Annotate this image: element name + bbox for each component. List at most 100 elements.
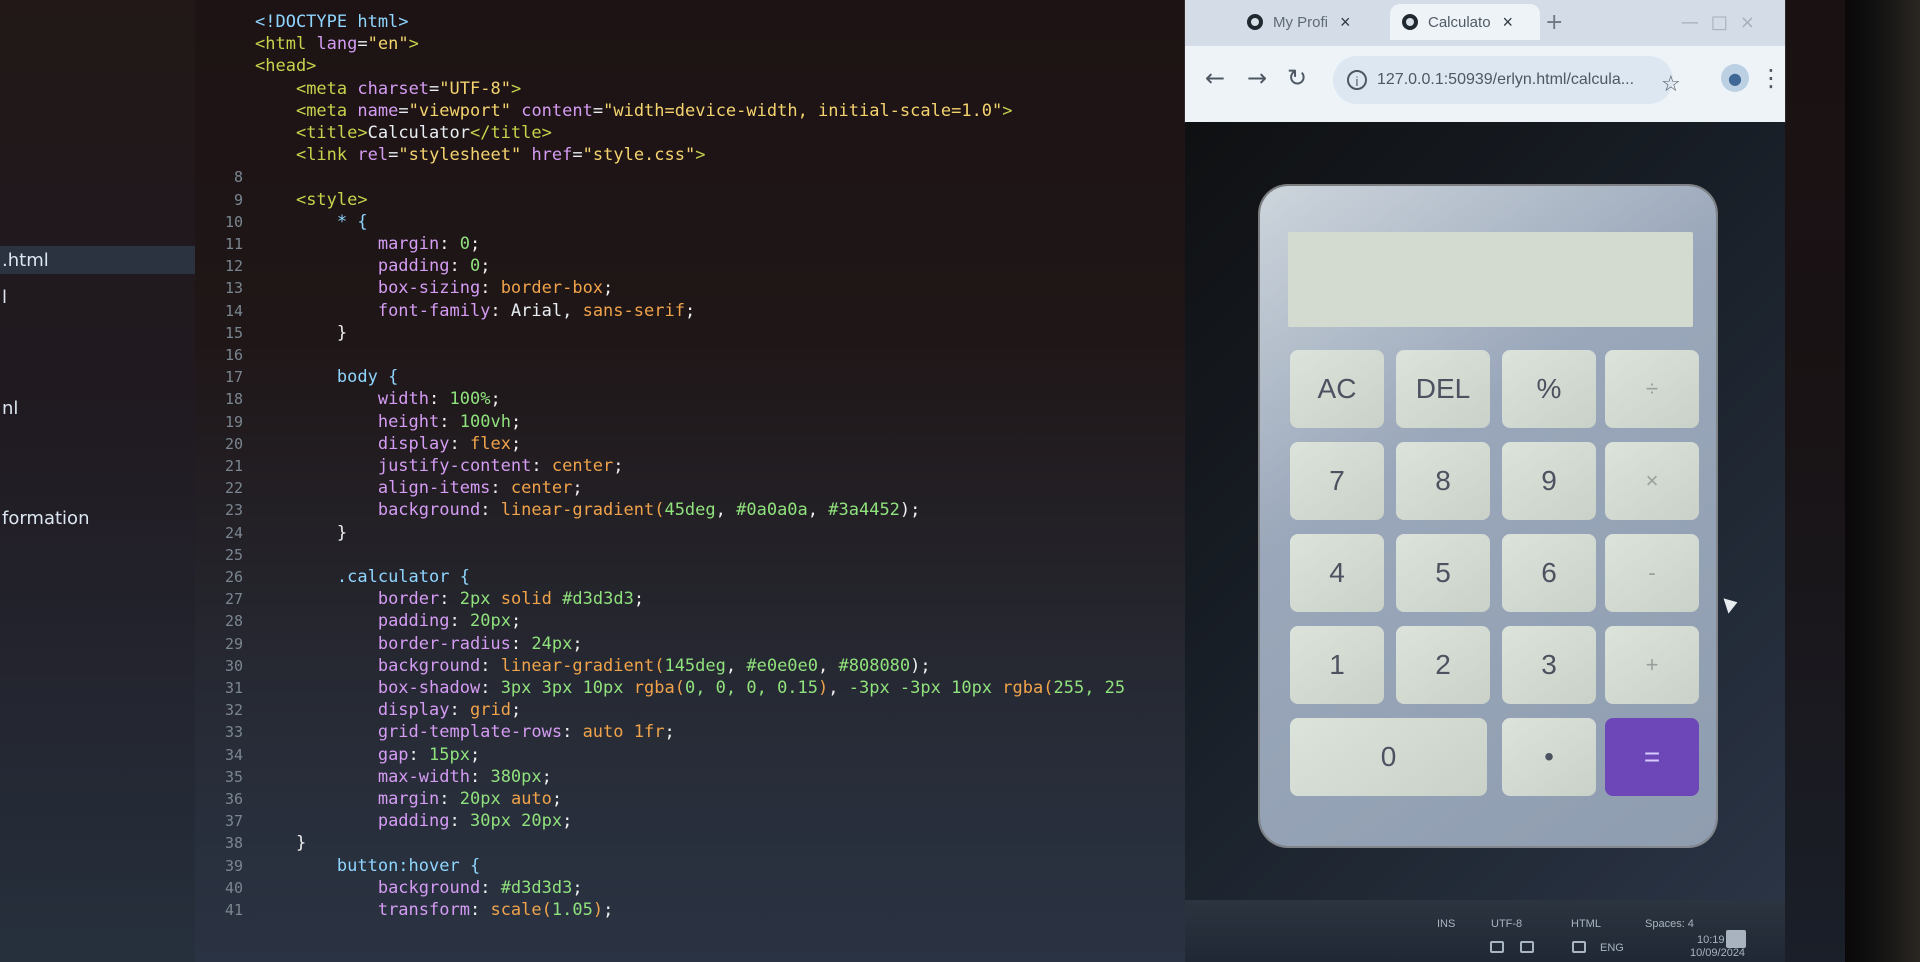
code-line[interactable]: 26 .calculator { bbox=[195, 565, 470, 589]
code-line[interactable]: 27 border: 2px solid #d3d3d3; bbox=[195, 587, 644, 611]
menu-dots-icon[interactable]: ⋮ bbox=[1759, 64, 1783, 92]
button-6[interactable]: 6 bbox=[1502, 534, 1596, 612]
code-line[interactable]: 14 font-family: Arial, sans-serif; bbox=[195, 299, 695, 323]
code-line[interactable]: 25 bbox=[195, 543, 255, 567]
taskbar-window-icon[interactable] bbox=[1520, 941, 1534, 953]
address-bar[interactable]: i 127.0.0.1:50939/erlyn.html/calcula... bbox=[1333, 56, 1673, 104]
close-icon[interactable]: × bbox=[1503, 12, 1514, 33]
code-line[interactable]: <html lang="en"> bbox=[195, 32, 419, 56]
tab-size[interactable]: Spaces: 4 bbox=[1645, 918, 1694, 930]
code-line-text: height: 100vh; bbox=[377, 411, 522, 432]
code-line[interactable]: <meta name="viewport" content="width=dev… bbox=[195, 99, 1013, 123]
code-line[interactable]: 20 display: flex; bbox=[195, 432, 521, 456]
line-number: 36 bbox=[224, 790, 243, 808]
code-line[interactable]: <head> bbox=[195, 54, 316, 78]
code-line[interactable]: <meta charset="UTF-8"> bbox=[195, 77, 521, 101]
code-line[interactable]: 23 background: linear-gradient(45deg, #0… bbox=[195, 498, 920, 522]
code-line[interactable]: 13 box-sizing: border-box; bbox=[195, 276, 613, 300]
language-mode[interactable]: HTML bbox=[1571, 918, 1601, 930]
code-line[interactable]: <link rel="stylesheet" href="style.css"> bbox=[195, 143, 706, 167]
button-minus[interactable]: - bbox=[1605, 534, 1699, 612]
button-2[interactable]: 2 bbox=[1396, 626, 1490, 704]
code-line[interactable]: 10 * { bbox=[195, 210, 368, 234]
code-line[interactable]: 28 padding: 20px; bbox=[195, 609, 521, 633]
code-line[interactable]: <title>Calculator</title> bbox=[195, 121, 552, 145]
tab-my-profile[interactable]: My Profi × bbox=[1235, 4, 1385, 40]
forward-icon[interactable]: → bbox=[1247, 66, 1267, 90]
taskbar-file-icon[interactable] bbox=[1490, 941, 1504, 953]
button-3[interactable]: 3 bbox=[1502, 626, 1596, 704]
button-multiply[interactable]: × bbox=[1605, 442, 1699, 520]
button-0[interactable]: 0 bbox=[1290, 718, 1487, 796]
close-icon[interactable]: × bbox=[1340, 12, 1351, 33]
code-line[interactable]: 22 align-items: center; bbox=[195, 476, 583, 500]
code-line[interactable]: 29 border-radius: 24px; bbox=[195, 632, 583, 656]
code-line[interactable]: 35 max-width: 380px; bbox=[195, 765, 552, 789]
button-9[interactable]: 9 bbox=[1502, 442, 1596, 520]
button-equals[interactable]: = bbox=[1605, 718, 1699, 796]
status-bar: INS UTF-8 HTML Spaces: 4 ENG 10:19 AM 10… bbox=[1185, 900, 1785, 962]
code-line[interactable]: 16 bbox=[195, 343, 255, 367]
close-window-icon[interactable]: × bbox=[1740, 12, 1767, 33]
button-1[interactable]: 1 bbox=[1290, 626, 1384, 704]
code-line[interactable]: 41 transform: scale(1.05); bbox=[195, 898, 613, 922]
code-line[interactable]: 17 body { bbox=[195, 365, 398, 389]
file-item-l[interactable]: l bbox=[2, 287, 7, 308]
maximize-icon[interactable]: □ bbox=[1711, 12, 1740, 33]
code-line[interactable]: 15 } bbox=[195, 321, 347, 345]
button-plus[interactable]: + bbox=[1605, 626, 1699, 704]
code-line[interactable]: 24 } bbox=[195, 521, 347, 545]
code-line[interactable]: 30 background: linear-gradient(145deg, #… bbox=[195, 654, 931, 678]
code-line[interactable]: 33 grid-template-rows: auto 1fr; bbox=[195, 720, 675, 744]
code-line[interactable]: 38 } bbox=[195, 831, 306, 855]
code-line[interactable]: 31 box-shadow: 3px 3px 10px rgba(0, 0, 0… bbox=[195, 676, 1125, 700]
file-panel: .html l nl formation bbox=[0, 0, 195, 962]
button-7[interactable]: 7 bbox=[1290, 442, 1384, 520]
button-divide[interactable]: ÷ bbox=[1605, 350, 1699, 428]
code-line[interactable]: 11 margin: 0; bbox=[195, 232, 480, 256]
bookmark-star-icon[interactable]: ☆ bbox=[1661, 72, 1681, 97]
browser-toolbar: ← → ↻ i 127.0.0.1:50939/erlyn.html/calcu… bbox=[1185, 46, 1785, 122]
button-4[interactable]: 4 bbox=[1290, 534, 1384, 612]
button-decimal[interactable]: • bbox=[1502, 718, 1596, 796]
code-line[interactable]: 18 width: 100%; bbox=[195, 387, 501, 411]
line-number: 14 bbox=[224, 301, 243, 320]
language-indicator[interactable]: ENG bbox=[1600, 942, 1624, 954]
encoding[interactable]: UTF-8 bbox=[1491, 918, 1522, 930]
line-number: 15 bbox=[224, 323, 243, 342]
code-line[interactable]: 32 display: grid; bbox=[195, 698, 521, 722]
button-del[interactable]: DEL bbox=[1396, 350, 1490, 428]
notification-icon[interactable] bbox=[1726, 930, 1746, 948]
code-line[interactable]: 8 bbox=[195, 165, 255, 189]
button-8[interactable]: 8 bbox=[1396, 442, 1490, 520]
button-5[interactable]: 5 bbox=[1396, 534, 1490, 612]
code-editor[interactable]: <!DOCTYPE html> <html lang="en"> <head> <m… bbox=[195, 0, 1185, 962]
code-line-text: padding: 30px 20px; bbox=[377, 811, 573, 832]
code-line[interactable]: 40 background: #d3d3d3; bbox=[195, 876, 583, 900]
profile-icon[interactable]: ● bbox=[1721, 64, 1749, 92]
new-tab-icon[interactable]: + bbox=[1545, 10, 1563, 35]
file-item-nl[interactable]: nl bbox=[2, 398, 18, 419]
code-line-text: padding: 20px; bbox=[377, 611, 522, 632]
code-line[interactable]: 19 height: 100vh; bbox=[195, 410, 521, 434]
code-line[interactable]: 37 padding: 30px 20px; bbox=[195, 809, 572, 833]
file-item-formation[interactable]: formation bbox=[2, 508, 89, 529]
button-ac[interactable]: AC bbox=[1290, 350, 1384, 428]
line-number: 30 bbox=[224, 656, 243, 675]
code-line[interactable]: <!DOCTYPE html> bbox=[195, 10, 409, 34]
back-icon[interactable]: ← bbox=[1205, 66, 1225, 90]
info-icon[interactable]: i bbox=[1347, 70, 1367, 90]
minimize-icon[interactable]: — bbox=[1681, 12, 1711, 33]
button-percent[interactable]: % bbox=[1502, 350, 1596, 428]
code-line[interactable]: 34 gap: 15px; bbox=[195, 743, 480, 767]
code-line[interactable]: 21 justify-content: center; bbox=[195, 454, 624, 478]
code-line[interactable]: 39 button:hover { bbox=[195, 854, 480, 878]
code-line[interactable]: 9 <style> bbox=[195, 188, 368, 212]
code-line[interactable]: 36 margin: 20px auto; bbox=[195, 787, 562, 811]
file-item-html[interactable]: .html bbox=[2, 250, 49, 271]
taskbar-volume-icon[interactable] bbox=[1572, 941, 1586, 953]
reload-icon[interactable]: ↻ bbox=[1287, 66, 1307, 90]
code-line[interactable]: 12 padding: 0; bbox=[195, 254, 491, 278]
desktop-screen: .html l nl formation <!DOCTYPE html> <htm… bbox=[0, 0, 1865, 962]
tab-calculator[interactable]: Calculato × bbox=[1390, 4, 1540, 40]
